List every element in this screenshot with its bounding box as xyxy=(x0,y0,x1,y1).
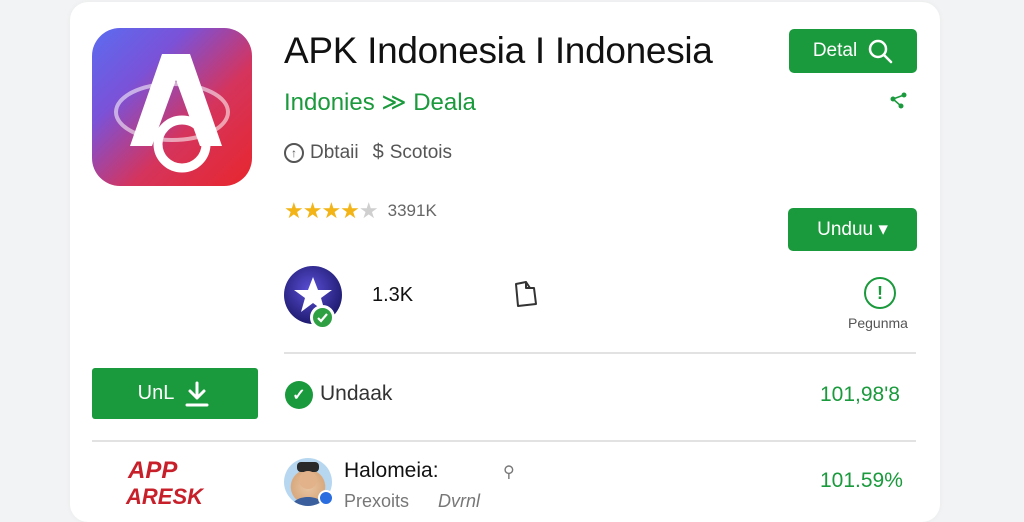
user-subtext-2: Dvrnl xyxy=(438,491,481,511)
downloads-count: 1.3K xyxy=(372,284,414,306)
user-subtext-1: Prexoits xyxy=(344,491,410,511)
divider-2 xyxy=(92,440,916,442)
user-name: Halomeia: xyxy=(344,459,439,482)
download-arrow-icon xyxy=(185,381,209,406)
document-icon xyxy=(515,281,537,307)
app-logo-icon xyxy=(92,28,252,186)
share-icon[interactable] xyxy=(889,91,909,111)
download-value: 101,98'8 xyxy=(820,383,900,406)
info-small-icon: ↑ xyxy=(284,142,304,163)
download-status-label: Undaak xyxy=(320,382,393,405)
install-button[interactable]: Unduu ▾ xyxy=(788,208,917,251)
meta-scotois-label: Scotois xyxy=(389,141,453,163)
search-icon xyxy=(868,39,893,64)
download-button-label: UnL xyxy=(137,382,175,404)
detail-button-label: Detal xyxy=(812,40,858,61)
app-meta-row: ↑ Dbtaii $ Scotois xyxy=(284,141,452,164)
dollar-icon: $ xyxy=(372,141,384,163)
verified-badge-icon xyxy=(310,305,335,330)
app-aresk-logo: APP ARESK xyxy=(125,457,205,509)
svg-text:ARESK: ARESK xyxy=(125,484,205,509)
user-verified-icon xyxy=(318,490,334,506)
rating-count: 3391K xyxy=(387,201,437,220)
app-title: APK Indonesia I Indonesia xyxy=(284,30,713,71)
rating-stars-icon: ★★★★★ xyxy=(284,198,379,223)
rating-row: ★★★★★ 3391K xyxy=(284,198,437,224)
download-button[interactable]: UnL xyxy=(92,368,258,419)
check-circle-icon: ✓ xyxy=(285,381,313,409)
divider-1 xyxy=(284,352,916,354)
app-subtitle-link[interactable]: Indonies ≫ Deala xyxy=(284,88,476,117)
small-key-icon: ⚲ xyxy=(503,464,515,481)
meta-detail-label: Dbtaii xyxy=(310,141,359,163)
user-value: 101.59% xyxy=(820,469,903,492)
detail-button[interactable]: Detal xyxy=(789,29,917,73)
svg-text:APP: APP xyxy=(127,457,178,484)
info-icon[interactable]: ! xyxy=(864,277,896,309)
info-label: Pegunma xyxy=(848,315,908,331)
